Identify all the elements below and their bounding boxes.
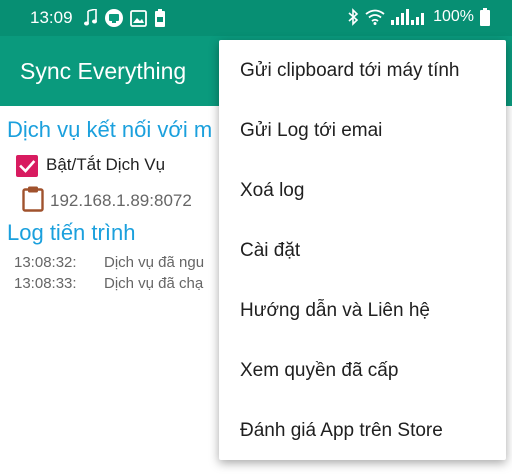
menu-item-label: Cài đặt bbox=[240, 240, 301, 261]
wifi-icon bbox=[365, 9, 385, 25]
service-heading: Dịch vụ kết nối với m bbox=[7, 117, 213, 142]
service-toggle-label[interactable]: Bật/Tắt Dịch Vụ bbox=[46, 155, 165, 175]
service-toggle-checkbox[interactable] bbox=[16, 155, 38, 177]
menu-item-help-contact[interactable]: Hướng dẫn và Liên hệ bbox=[219, 280, 506, 340]
menu-item-label: Gửi clipboard tới máy tính bbox=[240, 60, 460, 81]
clipboard-icon[interactable] bbox=[22, 186, 44, 212]
log-entry: 13:08:32: Dịch vụ đã ngu bbox=[14, 254, 204, 271]
battery-icon bbox=[480, 8, 490, 26]
menu-item-send-log-email[interactable]: Gửi Log tới emai bbox=[219, 100, 506, 160]
log-entry: 13:08:33: Dịch vụ đã chạ bbox=[14, 275, 203, 292]
log-time: 13:08:32: bbox=[14, 254, 77, 271]
menu-item-rate-app[interactable]: Đánh giá App trên Store bbox=[219, 400, 506, 460]
menu-item-settings[interactable]: Cài đặt bbox=[219, 220, 506, 280]
menu-item-send-clipboard[interactable]: Gửi clipboard tới máy tính bbox=[219, 40, 506, 100]
menu-item-label: Xoá log bbox=[240, 180, 305, 201]
system-status: 100% bbox=[348, 8, 490, 26]
menu-item-label: Hướng dẫn và Liên hệ bbox=[240, 300, 430, 321]
menu-item-label: Xem quyền đã cấp bbox=[240, 360, 399, 381]
ip-address: 192.168.1.89:8072 bbox=[50, 191, 192, 210]
overflow-menu: Gửi clipboard tới máy tính Gửi Log tới e… bbox=[219, 40, 506, 460]
check-icon bbox=[19, 160, 36, 173]
sync-app-icon bbox=[105, 9, 123, 27]
menu-item-clear-log[interactable]: Xoá log bbox=[219, 160, 506, 220]
notification-icons bbox=[84, 9, 166, 27]
log-message: Dịch vụ đã ngu bbox=[104, 254, 205, 271]
menu-item-view-permissions[interactable]: Xem quyền đã cấp bbox=[219, 340, 506, 400]
app-title: Sync Everything bbox=[20, 58, 187, 84]
menu-item-label: Gửi Log tới emai bbox=[240, 120, 383, 141]
image-icon bbox=[130, 9, 147, 27]
menu-item-label: Đánh giá App trên Store bbox=[240, 420, 443, 441]
music-note-icon bbox=[84, 9, 97, 26]
log-time: 13:08:33: bbox=[14, 275, 77, 292]
signal-icon bbox=[391, 9, 425, 25]
battery-saver-icon bbox=[155, 9, 165, 27]
status-time: 13:09 bbox=[30, 8, 73, 27]
battery-percent: 100% bbox=[433, 8, 474, 25]
log-message: Dịch vụ đã chạ bbox=[104, 275, 204, 292]
bluetooth-icon bbox=[348, 8, 359, 26]
log-heading: Log tiến trình bbox=[7, 220, 136, 245]
status-bar: 13:09 100% bbox=[0, 0, 512, 36]
